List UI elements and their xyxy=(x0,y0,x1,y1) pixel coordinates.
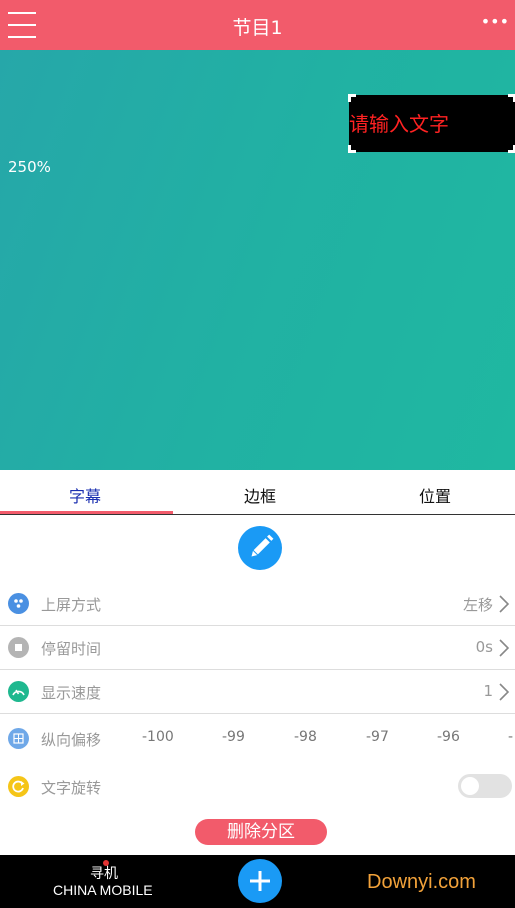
entry-mode-label: 上屏方式 xyxy=(41,596,102,614)
offset-option[interactable]: -97 xyxy=(366,729,389,745)
rotate-icon xyxy=(8,776,29,797)
display-speed-value: 1 xyxy=(483,682,493,700)
stop-icon xyxy=(8,637,29,658)
text-area-box[interactable]: 请输入文字 xyxy=(348,94,515,153)
tab-bar: 字幕 边框 位置 xyxy=(0,470,515,515)
grid-icon xyxy=(8,728,29,749)
edit-text-button[interactable] xyxy=(238,526,282,570)
chevron-right-icon xyxy=(499,595,510,613)
toggle-knob xyxy=(461,777,479,795)
setting-stay-time[interactable]: 停留时间 0s xyxy=(0,626,515,670)
entry-mode-value: 左移 xyxy=(462,596,493,614)
dots-icon xyxy=(8,593,29,614)
resize-handle-bottom-left[interactable] xyxy=(348,145,356,153)
watermark: Downyi.com xyxy=(367,871,476,893)
more-horizontal-icon[interactable]: ••• xyxy=(481,14,509,30)
tab-position[interactable]: 位置 xyxy=(419,483,451,507)
offset-option[interactable]: -98 xyxy=(294,729,317,745)
stay-time-value: 0s xyxy=(475,638,493,656)
delete-zone-button[interactable]: 删除分区 xyxy=(195,819,327,845)
resize-handle-top-left[interactable] xyxy=(348,94,356,102)
pencil-icon xyxy=(251,534,274,557)
text-rotation-label: 文字旋转 xyxy=(41,779,102,797)
page-title: 节目1 xyxy=(232,17,283,39)
setting-vertical-offset: 纵向偏移 -100 -99 -98 -97 -96 - xyxy=(0,715,515,763)
preview-canvas[interactable]: 250% 请输入文字 xyxy=(0,50,515,470)
offset-option[interactable]: -100 xyxy=(142,729,174,745)
text-box-placeholder: 请输入文字 xyxy=(349,112,449,136)
tab-border[interactable]: 边框 xyxy=(244,483,276,507)
offset-option[interactable]: - xyxy=(508,729,513,745)
setting-text-rotation: 文字旋转 xyxy=(0,765,515,809)
tab-subtitle[interactable]: 字幕 xyxy=(69,483,101,507)
chevron-right-icon xyxy=(499,639,510,657)
setting-display-speed[interactable]: 显示速度 1 xyxy=(0,670,515,714)
resize-handle-bottom-right[interactable] xyxy=(508,145,515,153)
carrier-name: CHINA MOBILE xyxy=(53,882,153,898)
speedometer-icon xyxy=(8,681,29,702)
active-tab-indicator xyxy=(0,511,173,514)
display-speed-label: 显示速度 xyxy=(41,684,102,702)
offset-picker[interactable]: -100 -99 -98 -97 -96 - xyxy=(142,729,515,749)
notification-dot xyxy=(103,860,109,866)
top-bar: 节目1 ••• xyxy=(0,0,515,50)
text-rotation-toggle[interactable] xyxy=(458,774,512,798)
vertical-offset-label: 纵向偏移 xyxy=(41,731,102,749)
stay-time-label: 停留时间 xyxy=(41,640,102,658)
resize-handle-top-right[interactable] xyxy=(508,94,515,102)
zoom-level: 250% xyxy=(8,158,51,176)
bottom-bar: 寻机 CHINA MOBILE Downyi.com xyxy=(0,855,515,908)
plus-icon xyxy=(250,871,270,891)
offset-option[interactable]: -99 xyxy=(222,729,245,745)
setting-entry-mode[interactable]: 上屏方式 左移 xyxy=(0,582,515,626)
carrier-label: 寻机 xyxy=(90,866,118,882)
chevron-right-icon xyxy=(499,683,510,701)
offset-option[interactable]: -96 xyxy=(437,729,460,745)
add-button[interactable] xyxy=(238,859,282,903)
